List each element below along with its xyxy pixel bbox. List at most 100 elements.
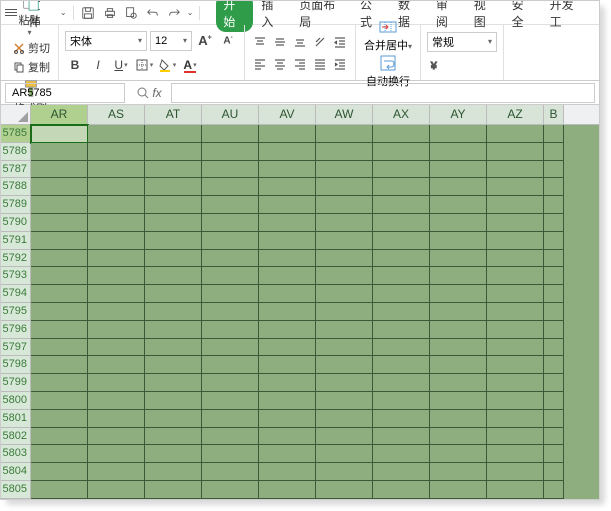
cell[interactable] — [31, 339, 88, 357]
cell[interactable] — [487, 214, 544, 232]
cell[interactable] — [544, 196, 564, 214]
file-dropdown-icon[interactable]: ⌄ — [60, 8, 67, 17]
cell[interactable] — [31, 250, 88, 268]
cell[interactable] — [31, 214, 88, 232]
row-header[interactable]: 5789 — [1, 196, 30, 214]
cell[interactable] — [202, 374, 259, 392]
grow-font-button[interactable]: A+ — [195, 31, 215, 51]
cell[interactable] — [202, 356, 259, 374]
paste-button[interactable]: 粘贴 ▾ — [7, 0, 52, 39]
cell[interactable] — [31, 481, 88, 499]
cell[interactable] — [202, 143, 259, 161]
cell[interactable] — [430, 356, 487, 374]
row-header[interactable]: 5786 — [1, 143, 30, 161]
cell[interactable] — [373, 481, 430, 499]
cell[interactable] — [259, 481, 316, 499]
cell[interactable] — [316, 143, 373, 161]
cell[interactable] — [259, 196, 316, 214]
cell[interactable] — [31, 232, 88, 250]
column-header[interactable]: AU — [202, 105, 259, 124]
cell[interactable] — [145, 267, 202, 285]
cut-button[interactable]: 剪切 — [11, 39, 52, 57]
cell[interactable] — [145, 321, 202, 339]
cell[interactable] — [88, 339, 145, 357]
cell[interactable] — [544, 428, 564, 446]
cell[interactable] — [430, 232, 487, 250]
cell[interactable] — [259, 339, 316, 357]
align-middle-button[interactable] — [271, 33, 289, 51]
cell[interactable] — [202, 428, 259, 446]
row-header[interactable]: 5796 — [1, 321, 30, 339]
name-box[interactable]: AR5785 — [5, 83, 125, 103]
cell[interactable] — [487, 178, 544, 196]
cell[interactable] — [259, 285, 316, 303]
cell[interactable] — [373, 463, 430, 481]
cell[interactable] — [88, 481, 145, 499]
cell[interactable] — [373, 232, 430, 250]
cell[interactable] — [202, 445, 259, 463]
cell[interactable] — [259, 392, 316, 410]
cell[interactable] — [145, 285, 202, 303]
cell[interactable] — [487, 356, 544, 374]
cell[interactable] — [373, 410, 430, 428]
cell[interactable] — [430, 178, 487, 196]
copy-button[interactable]: 复制 — [11, 58, 52, 76]
cell[interactable] — [316, 392, 373, 410]
cell[interactable] — [145, 196, 202, 214]
cell[interactable] — [145, 250, 202, 268]
cell[interactable] — [31, 410, 88, 428]
row-header[interactable]: 5791 — [1, 232, 30, 250]
row-header[interactable]: 5798 — [1, 356, 30, 374]
cell[interactable] — [145, 161, 202, 179]
cell[interactable] — [316, 250, 373, 268]
cell[interactable] — [202, 303, 259, 321]
cell[interactable] — [373, 250, 430, 268]
row-header[interactable]: 5804 — [1, 463, 30, 481]
row-header[interactable]: 5799 — [1, 374, 30, 392]
shrink-font-button[interactable]: A- — [218, 31, 238, 51]
currency-button[interactable]: ¥ — [427, 56, 445, 74]
row-header[interactable]: 5792 — [1, 250, 30, 268]
cell[interactable] — [373, 178, 430, 196]
cell[interactable] — [88, 374, 145, 392]
cell[interactable] — [487, 285, 544, 303]
cell[interactable] — [487, 161, 544, 179]
cell[interactable] — [487, 321, 544, 339]
cell[interactable] — [31, 285, 88, 303]
cell[interactable] — [202, 481, 259, 499]
cell[interactable] — [88, 285, 145, 303]
cell[interactable] — [544, 214, 564, 232]
cell[interactable] — [88, 267, 145, 285]
cell[interactable] — [373, 125, 430, 143]
cell[interactable] — [430, 374, 487, 392]
cell[interactable] — [145, 214, 202, 232]
cell[interactable] — [487, 250, 544, 268]
save-icon[interactable] — [79, 4, 96, 22]
row-header[interactable]: 5801 — [1, 410, 30, 428]
row-header[interactable]: 5787 — [1, 161, 30, 179]
cell[interactable] — [316, 285, 373, 303]
fill-color-button[interactable] — [157, 55, 177, 75]
cell[interactable] — [259, 321, 316, 339]
cell[interactable] — [430, 214, 487, 232]
cell[interactable] — [31, 267, 88, 285]
cell[interactable] — [145, 481, 202, 499]
cell[interactable] — [544, 125, 564, 143]
cell[interactable] — [259, 374, 316, 392]
cell[interactable] — [316, 463, 373, 481]
cell[interactable] — [259, 303, 316, 321]
cell[interactable] — [487, 445, 544, 463]
cell[interactable] — [145, 143, 202, 161]
cell[interactable] — [487, 392, 544, 410]
cell[interactable] — [316, 267, 373, 285]
cell[interactable] — [373, 214, 430, 232]
cell[interactable] — [88, 125, 145, 143]
cell[interactable] — [259, 125, 316, 143]
cell[interactable] — [31, 143, 88, 161]
cell[interactable] — [259, 232, 316, 250]
cell[interactable] — [316, 339, 373, 357]
column-header[interactable]: AT — [145, 105, 202, 124]
cell[interactable] — [88, 143, 145, 161]
cell[interactable] — [544, 267, 564, 285]
print-icon[interactable] — [101, 4, 118, 22]
